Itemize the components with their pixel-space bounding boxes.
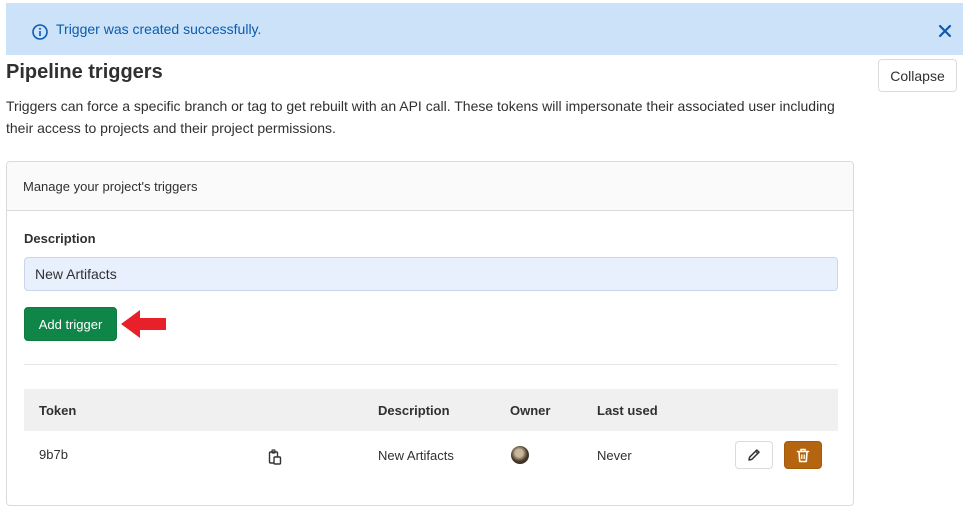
column-header-description: Description xyxy=(378,403,450,418)
column-header-owner: Owner xyxy=(510,403,551,418)
pencil-icon xyxy=(748,449,760,461)
card-header: Manage your project's triggers xyxy=(7,162,853,211)
trash-icon xyxy=(796,448,810,462)
column-header-token: Token xyxy=(39,403,77,418)
flash-alert: Trigger was created successfully. xyxy=(6,3,963,55)
page-title: Pipeline triggers xyxy=(6,61,163,83)
add-trigger-button[interactable]: Add trigger xyxy=(24,307,117,341)
annotation-arrow-icon xyxy=(121,310,166,338)
divider xyxy=(24,364,838,365)
delete-trigger-button[interactable] xyxy=(784,441,822,469)
last-used-value: Never xyxy=(597,448,632,463)
description-label: Description xyxy=(24,231,96,246)
avatar[interactable] xyxy=(511,446,529,464)
info-icon xyxy=(32,24,48,40)
card-header-title: Manage your project's triggers xyxy=(23,179,198,194)
copy-icon[interactable] xyxy=(268,449,282,465)
edit-trigger-button[interactable] xyxy=(735,441,773,469)
collapse-button[interactable]: Collapse xyxy=(878,59,957,92)
token-value: 9b7b xyxy=(39,447,68,462)
description-input[interactable] xyxy=(24,257,838,291)
column-header-last-used: Last used xyxy=(597,403,658,418)
section-description: Triggers can force a specific branch or … xyxy=(6,98,835,136)
triggers-card: Manage your project's triggers Descripti… xyxy=(6,161,854,506)
trigger-description: New Artifacts xyxy=(378,448,454,463)
table-header: Token Description Owner Last used xyxy=(24,389,838,431)
close-icon[interactable] xyxy=(938,24,952,38)
flash-message: Trigger was created successfully. xyxy=(56,21,262,37)
